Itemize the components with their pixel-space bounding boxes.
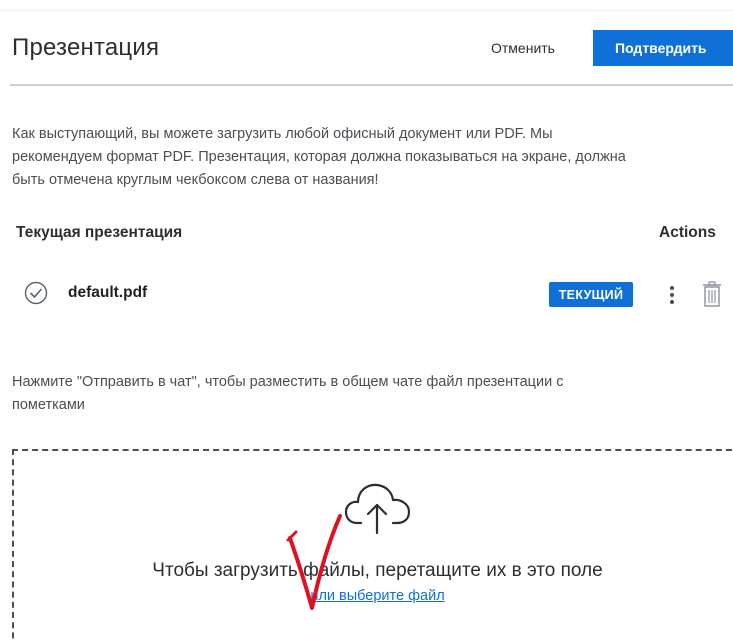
dropzone-text: Чтобы загрузить файлы, перетащите их в э… bbox=[152, 560, 603, 581]
column-header-current: Текущая презентация bbox=[16, 224, 183, 241]
chat-hint-text: Нажмите "Отправить в чат", чтобы размест… bbox=[12, 371, 732, 417]
choose-file-link[interactable]: или выберите файл bbox=[0, 588, 733, 604]
hint-line: Нажмите "Отправить в чат", чтобы размест… bbox=[12, 374, 564, 390]
intro-line: рекомендуем формат PDF. Презентация, кот… bbox=[12, 149, 626, 165]
current-badge: ТЕКУЩИЙ bbox=[549, 282, 633, 307]
check-circle-icon[interactable] bbox=[24, 281, 48, 305]
column-header-actions: Actions bbox=[659, 224, 716, 241]
modal-title: Презентация bbox=[12, 34, 160, 61]
top-divider bbox=[0, 10, 733, 11]
cancel-button[interactable]: Отменить bbox=[477, 31, 569, 65]
cloud-upload-icon bbox=[344, 483, 411, 535]
presentation-modal: Презентация Отменить Подтвердить Как выс… bbox=[0, 0, 733, 640]
header-divider bbox=[10, 84, 733, 86]
intro-line: Как выступающий, вы можете загрузить люб… bbox=[12, 126, 553, 142]
intro-text: Как выступающий, вы можете загрузить люб… bbox=[12, 123, 733, 192]
more-vertical-icon[interactable] bbox=[664, 283, 680, 307]
presentation-row: default.pdf ТЕКУЩИЙ bbox=[0, 275, 733, 315]
intro-line: быть отмечена круглым чекбоксом слева от… bbox=[12, 172, 379, 188]
hint-line: пометками bbox=[12, 397, 85, 413]
confirm-button[interactable]: Подтвердить bbox=[593, 30, 733, 66]
trash-icon[interactable] bbox=[700, 280, 724, 308]
file-name: default.pdf bbox=[68, 284, 148, 301]
